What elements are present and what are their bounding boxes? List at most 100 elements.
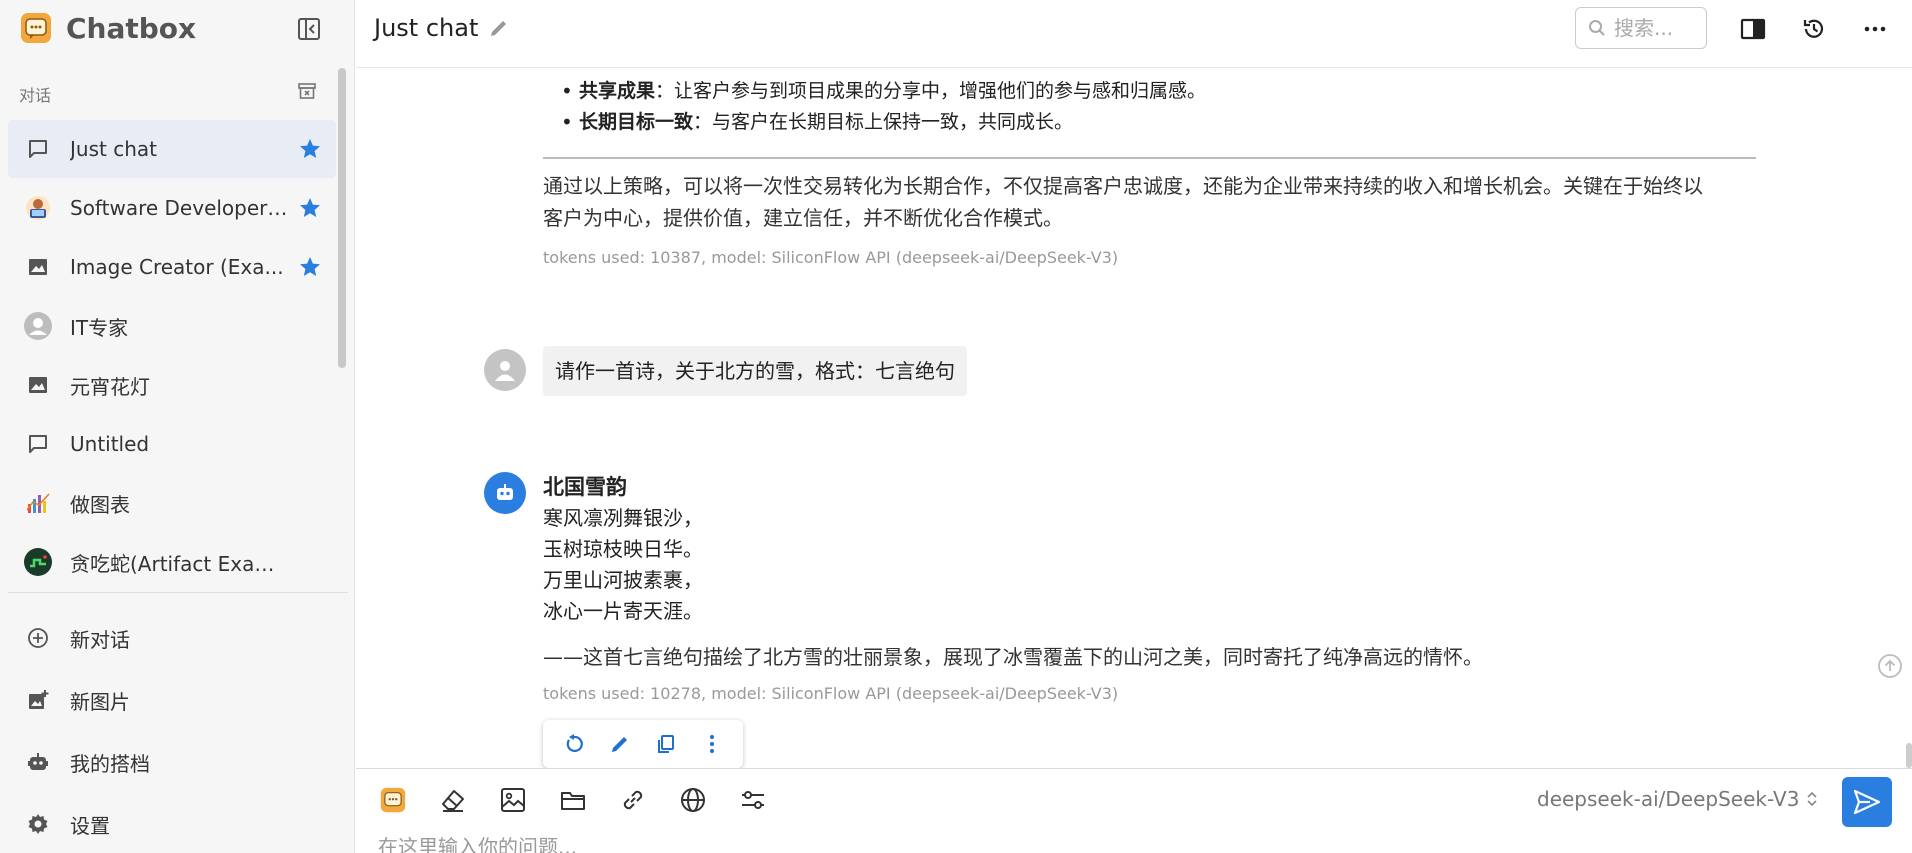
conversations-section-label: 对话 xyxy=(19,86,52,105)
page-title: Just chat xyxy=(374,14,479,42)
poem-line: 万里山河披素裹， xyxy=(543,568,703,592)
chatbox-app: Chatbox 对话 Just chat Software Developer … xyxy=(0,0,1912,853)
star-icon[interactable] xyxy=(298,196,322,220)
horizontal-rule xyxy=(543,157,1756,159)
assistant-poem: 北国雪韵 寒风凛冽舞银沙， 玉树琼枝映日华。 万里山河披素裹， 冰心一片寄天涯。 xyxy=(543,472,703,627)
sidebar-item-snake[interactable]: 贪吃蛇(Artifact Example) xyxy=(8,533,336,591)
my-copilots-label: 我的搭档 xyxy=(70,751,150,776)
settings-button[interactable]: 设置 xyxy=(8,793,336,853)
sidebar-divider xyxy=(8,592,348,593)
star-icon[interactable] xyxy=(298,255,322,279)
image-icon xyxy=(24,253,52,281)
send-icon xyxy=(1853,789,1881,815)
token-usage-info: tokens used: 10278, model: SiliconFlow A… xyxy=(543,684,1119,703)
sidebar-item-software-developer[interactable]: Software Developer ... xyxy=(8,179,336,237)
sidebar-item-label: 元宵花灯 xyxy=(70,374,150,399)
attach-link-button[interactable] xyxy=(616,783,650,817)
chevron-updown-icon xyxy=(1807,791,1817,807)
sidebar-collapse-icon xyxy=(298,18,320,40)
new-chat-label: 新对话 xyxy=(70,627,130,652)
folder-icon xyxy=(561,792,585,810)
new-image-button[interactable]: 新图片 xyxy=(8,669,336,731)
message-actions-toolbar xyxy=(543,720,743,768)
new-chat-button[interactable]: 新对话 xyxy=(8,607,336,669)
chat-bubble-icon xyxy=(24,135,52,163)
toggle-panel-button[interactable] xyxy=(1738,14,1768,44)
sidebar-item-lantern[interactable]: 元宵花灯 xyxy=(8,356,336,414)
user-avatar xyxy=(484,349,526,391)
attach-image-button[interactable] xyxy=(496,783,530,817)
search-icon xyxy=(1589,20,1605,36)
link-icon xyxy=(623,790,643,810)
copilot-button[interactable] xyxy=(376,783,410,817)
robot-icon xyxy=(24,748,52,776)
star-icon[interactable] xyxy=(298,137,322,161)
edit-message-button[interactable] xyxy=(607,731,633,757)
clear-conversations-button[interactable] xyxy=(296,80,318,102)
more-options-button[interactable] xyxy=(1860,14,1890,44)
poem-line: 玉树琼枝映日华。 xyxy=(543,537,703,561)
user-message: 请作一首诗，关于北方的雪，格式：七言绝句 xyxy=(543,346,967,396)
chat-header: Just chat xyxy=(356,0,1912,68)
person-avatar-icon xyxy=(24,312,52,340)
sliders-icon xyxy=(742,791,764,809)
search-input[interactable] xyxy=(1614,16,1704,40)
message-input[interactable] xyxy=(378,835,1778,853)
developer-avatar-icon xyxy=(24,194,52,222)
archive-clear-icon xyxy=(298,83,316,99)
message-scrollbar[interactable] xyxy=(1906,743,1912,768)
token-usage-info: tokens used: 10387, model: SiliconFlow A… xyxy=(543,248,1119,267)
pencil-icon[interactable] xyxy=(488,17,510,39)
assistant-avatar xyxy=(484,472,526,514)
gear-icon xyxy=(24,810,52,838)
sidebar-item-it-expert[interactable]: IT专家 xyxy=(8,297,336,355)
sidebar-item-label: Just chat xyxy=(70,137,157,161)
search-box[interactable] xyxy=(1575,7,1707,49)
plus-circle-icon xyxy=(24,624,52,652)
regenerate-button[interactable] xyxy=(561,731,587,757)
chat-settings-button[interactable] xyxy=(736,783,770,817)
message-more-button[interactable] xyxy=(699,731,725,757)
copy-message-button[interactable] xyxy=(653,731,679,757)
more-horizontal-icon xyxy=(1864,26,1886,32)
model-selector[interactable]: deepseek-ai/DeepSeek-V3 xyxy=(1537,787,1819,811)
settings-label: 设置 xyxy=(70,813,110,838)
clear-context-button[interactable] xyxy=(436,783,470,817)
new-image-label: 新图片 xyxy=(70,689,130,714)
poem-comment: ——这首七言绝句描绘了北方雪的壮丽景象，展现了冰雪覆盖下的山河之美，同时寄托了纯… xyxy=(543,645,1483,669)
snake-game-avatar-icon xyxy=(24,548,52,576)
sidebar-item-just-chat[interactable]: Just chat xyxy=(8,120,336,178)
web-browsing-button[interactable] xyxy=(676,783,710,817)
sidebar-item-label: Software Developer ... xyxy=(70,196,288,220)
sidebar-item-label: 做图表 xyxy=(70,492,130,517)
message-list: 共享成果：让客户参与到项目成果的分享中，增强他们的参与感和归属感。 长期目标一致… xyxy=(356,68,1912,768)
list-item: 共享成果：让客户参与到项目成果的分享中，增强他们的参与感和归属感。 xyxy=(543,76,1743,107)
assistant-summary: 通过以上策略，可以将一次性交易转化为长期合作，不仅提高客户忠诚度，还能为企业带来… xyxy=(543,174,1703,230)
history-button[interactable] xyxy=(1799,14,1829,44)
scroll-to-top-icon[interactable] xyxy=(1876,652,1904,680)
app-name: Chatbox xyxy=(66,11,197,45)
sidebar: Chatbox 对话 Just chat Software Developer … xyxy=(0,0,355,853)
person-icon xyxy=(495,361,515,381)
history-icon xyxy=(1803,19,1824,38)
globe-icon xyxy=(681,788,705,812)
sidebar-item-chart[interactable]: 做图表 xyxy=(8,474,336,532)
sidebar-item-untitled[interactable]: Untitled xyxy=(8,415,336,473)
sidebar-actions: 新对话 新图片 我的搭档 设置 xyxy=(8,607,336,853)
sidebar-item-image-creator[interactable]: Image Creator (Exa... xyxy=(8,238,336,296)
sidebar-scrollbar[interactable] xyxy=(338,68,346,368)
attach-file-button[interactable] xyxy=(556,783,590,817)
chatbox-logo-icon xyxy=(21,13,51,43)
sidebar-item-label: 贪吃蛇(Artifact Example) xyxy=(70,551,288,576)
collapse-sidebar-button[interactable] xyxy=(294,14,324,44)
poem-line: 寒风凛冽舞银沙， xyxy=(543,506,703,530)
my-copilots-button[interactable]: 我的搭档 xyxy=(8,731,336,793)
sidebar-item-label: Untitled xyxy=(70,432,150,456)
chat-bubble-icon xyxy=(24,430,52,458)
list-item: 长期目标一致：与客户在长期目标上保持一致，共同成长。 xyxy=(543,107,1743,138)
robot-icon xyxy=(497,484,513,500)
split-view-icon xyxy=(1740,18,1766,40)
add-image-icon xyxy=(24,686,52,714)
send-button[interactable] xyxy=(1842,777,1892,827)
eraser-icon xyxy=(442,790,464,812)
